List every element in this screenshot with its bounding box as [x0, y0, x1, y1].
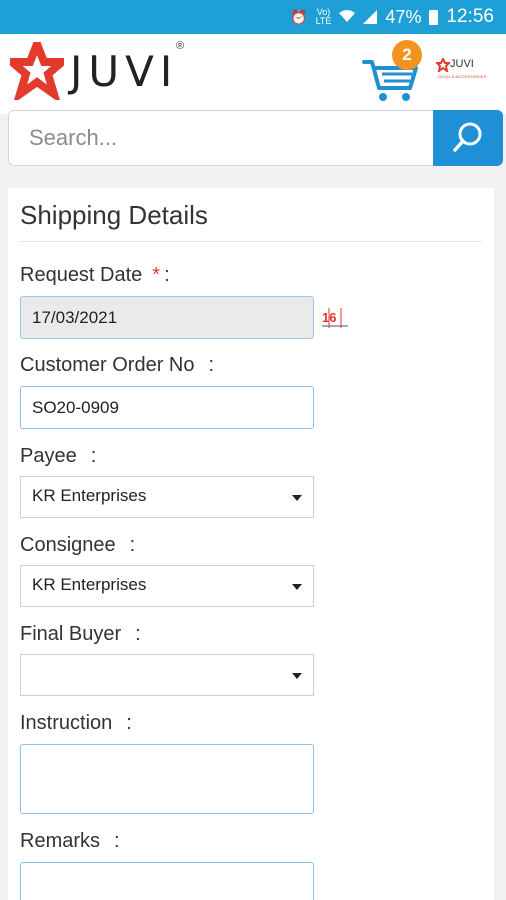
- star-logo-icon: [10, 42, 64, 100]
- request-date-label-text: Request Date: [20, 264, 143, 286]
- calendar-icon-text: 16: [322, 310, 336, 325]
- battery-icon: [429, 9, 439, 25]
- customer-order-colon: :: [208, 354, 215, 376]
- request-date-field[interactable]: 17/03/2021: [20, 296, 314, 339]
- payee-label: Payee:: [20, 445, 96, 468]
- brand-tagline: GOLD & ACCESSORIES: [438, 74, 487, 79]
- remarks-textarea[interactable]: [20, 862, 314, 900]
- clock: 12:56: [446, 6, 494, 27]
- signal-icon: [363, 10, 378, 24]
- consignee-label-text: Consignee: [20, 534, 116, 556]
- registered-mark: ®: [176, 40, 185, 52]
- request-date-label: Request Date *:: [20, 264, 170, 287]
- customer-order-label-text: Customer Order No: [20, 354, 195, 376]
- instruction-label: Instruction:: [20, 712, 132, 735]
- final-buyer-colon: :: [135, 623, 141, 645]
- chevron-down-icon: [292, 673, 302, 679]
- final-buyer-label: Final Buyer:: [20, 623, 141, 646]
- consignee-label: Consignee:: [20, 534, 135, 557]
- search-button[interactable]: [433, 110, 503, 166]
- payee-colon: :: [90, 445, 97, 467]
- small-star-icon: [436, 58, 450, 72]
- instruction-label-text: Instruction: [20, 712, 113, 734]
- volte-icon: Vo) LTE: [315, 7, 332, 26]
- consignee-select[interactable]: KR Enterprises: [20, 565, 314, 607]
- title-divider: [20, 241, 482, 242]
- final-buyer-label-text: Final Buyer: [20, 623, 122, 645]
- chevron-down-icon: [292, 495, 302, 501]
- cart-count-badge[interactable]: 2: [392, 40, 422, 70]
- customer-order-label: Customer Order No:: [20, 354, 214, 377]
- battery-percent: 47%: [385, 6, 422, 27]
- shipping-details-card: Shipping Details Request Date *: 17/03/20…: [8, 188, 494, 900]
- wifi-icon: [339, 9, 356, 26]
- payee-label-text: Payee: [20, 445, 77, 467]
- required-mark: *: [152, 264, 161, 286]
- chevron-down-icon: [292, 584, 302, 590]
- consignee-selected-value: KR Enterprises: [32, 575, 147, 594]
- remarks-label: Remarks:: [20, 830, 120, 853]
- remarks-colon: :: [114, 830, 120, 852]
- brand-small-name: JUVI: [450, 58, 474, 70]
- status-bar: ⏰ Vo) LTE 47% 12:56: [0, 0, 506, 34]
- search-input[interactable]: [8, 110, 434, 166]
- brand-logo[interactable]: JUVI: [10, 42, 178, 100]
- instruction-colon: :: [126, 712, 132, 734]
- app-header: JUVI ® 2 JUVI GOLD & ACCESSORIES: [0, 34, 506, 114]
- consignee-colon: :: [129, 534, 136, 556]
- final-buyer-select[interactable]: [20, 654, 314, 696]
- alarm-icon: ⏰: [290, 8, 308, 25]
- search-icon: [453, 122, 482, 152]
- payee-selected-value: KR Enterprises: [32, 486, 147, 505]
- customer-order-input[interactable]: SO20-0909: [20, 386, 314, 429]
- calendar-icon[interactable]: 16: [320, 306, 350, 330]
- search-bar: [8, 110, 503, 166]
- request-date-colon: :: [164, 264, 170, 286]
- payee-select[interactable]: KR Enterprises: [20, 476, 314, 518]
- brand-small-logo[interactable]: JUVI GOLD & ACCESSORIES: [436, 56, 490, 84]
- remarks-label-text: Remarks: [20, 830, 101, 852]
- status-icons: ⏰ Vo) LTE 47% 12:56: [290, 0, 494, 34]
- page-title: Shipping Details: [20, 200, 208, 230]
- brand-name: JUVI: [70, 46, 179, 96]
- instruction-textarea[interactable]: [20, 744, 314, 814]
